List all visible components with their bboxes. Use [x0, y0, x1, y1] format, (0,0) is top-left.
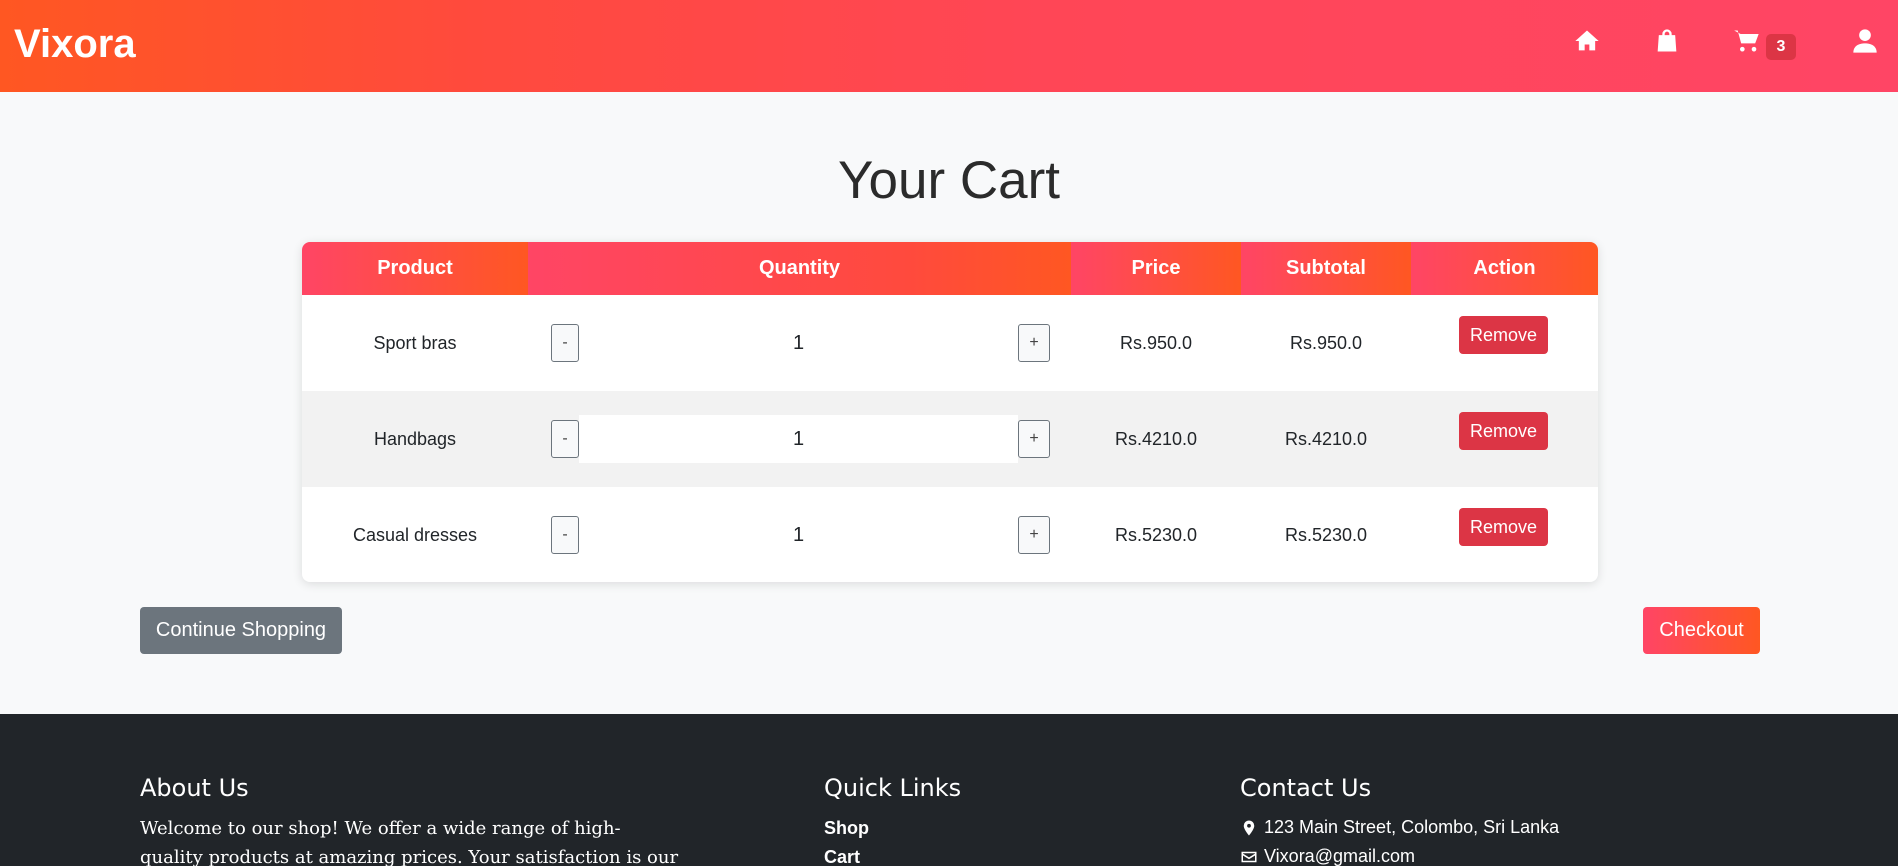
cart-table: Product Quantity Price Subtotal Action S… — [302, 242, 1598, 582]
page-title: Your Cart — [838, 151, 1060, 210]
address-text: 123 Main Street, Colombo, Sri Lanka — [1264, 817, 1560, 837]
increase-quantity-button[interactable]: + — [1018, 420, 1050, 458]
shopping-bag-icon[interactable] — [1652, 26, 1682, 56]
table-row: Handbags - + Rs.4210.0 Rs.4210.0 Remove — [302, 391, 1598, 487]
home-icon[interactable] — [1572, 26, 1602, 56]
quantity-input[interactable] — [579, 319, 1018, 367]
table-header: Product Quantity Price Subtotal Action — [302, 242, 1598, 295]
increase-quantity-button[interactable]: + — [1018, 516, 1050, 554]
contact-heading: Contact Us — [1240, 774, 1372, 802]
header-action: Action — [1411, 242, 1598, 295]
product-subtotal: Rs.4210.0 — [1284, 428, 1368, 449]
remove-button[interactable]: Remove — [1459, 508, 1548, 546]
contact-address: 123 Main Street, Colombo, Sri Lanka — [1240, 817, 1559, 838]
table-row: Sport bras - + Rs.950.0 Rs.950.0 Remove — [302, 295, 1598, 391]
footer-link-cart[interactable]: Cart — [824, 847, 860, 866]
quantity-input[interactable] — [579, 415, 1018, 463]
product-price: Rs.4210.0 — [1114, 428, 1198, 449]
continue-shopping-button[interactable]: Continue Shopping — [140, 607, 342, 654]
location-pin-icon — [1243, 820, 1255, 835]
cart-count-badge: 3 — [1766, 34, 1796, 60]
remove-button[interactable]: Remove — [1459, 412, 1548, 450]
product-name: Sport bras — [373, 332, 457, 353]
footer-link-shop[interactable]: Shop — [824, 818, 869, 839]
footer: About Us Welcome to our shop! We offer a… — [0, 714, 1898, 866]
product-subtotal: Rs.950.0 — [1289, 332, 1363, 353]
cart-icon[interactable] — [1732, 26, 1762, 56]
quantity-input[interactable] — [579, 511, 1018, 559]
header-subtotal: Subtotal — [1241, 242, 1411, 295]
product-price: Rs.5230.0 — [1114, 524, 1198, 545]
product-subtotal: Rs.5230.0 — [1284, 524, 1368, 545]
top-navbar: Vixora 3 — [0, 0, 1898, 92]
brand-logo[interactable]: Vixora — [14, 22, 136, 67]
contact-email: Vixora@gmail.com — [1240, 846, 1415, 866]
header-product: Product — [302, 242, 528, 295]
envelope-icon — [1241, 851, 1257, 862]
user-icon[interactable] — [1850, 26, 1880, 56]
remove-button[interactable]: Remove — [1459, 316, 1548, 354]
header-quantity: Quantity — [528, 242, 1071, 295]
header-price: Price — [1071, 242, 1241, 295]
email-text[interactable]: Vixora@gmail.com — [1264, 846, 1415, 866]
about-heading: About Us — [140, 774, 249, 802]
quick-links-heading: Quick Links — [824, 774, 962, 802]
product-name: Handbags — [373, 428, 457, 449]
product-price: Rs.950.0 — [1119, 332, 1193, 353]
table-row: Casual dresses - + Rs.5230.0 Rs.5230.0 R… — [302, 487, 1598, 582]
decrease-quantity-button[interactable]: - — [551, 324, 579, 362]
checkout-button[interactable]: Checkout — [1643, 607, 1760, 654]
product-name: Casual dresses — [352, 524, 478, 545]
decrease-quantity-button[interactable]: - — [551, 420, 579, 458]
increase-quantity-button[interactable]: + — [1018, 324, 1050, 362]
about-text: Welcome to our shop! We offer a wide ran… — [140, 818, 679, 866]
decrease-quantity-button[interactable]: - — [551, 516, 579, 554]
